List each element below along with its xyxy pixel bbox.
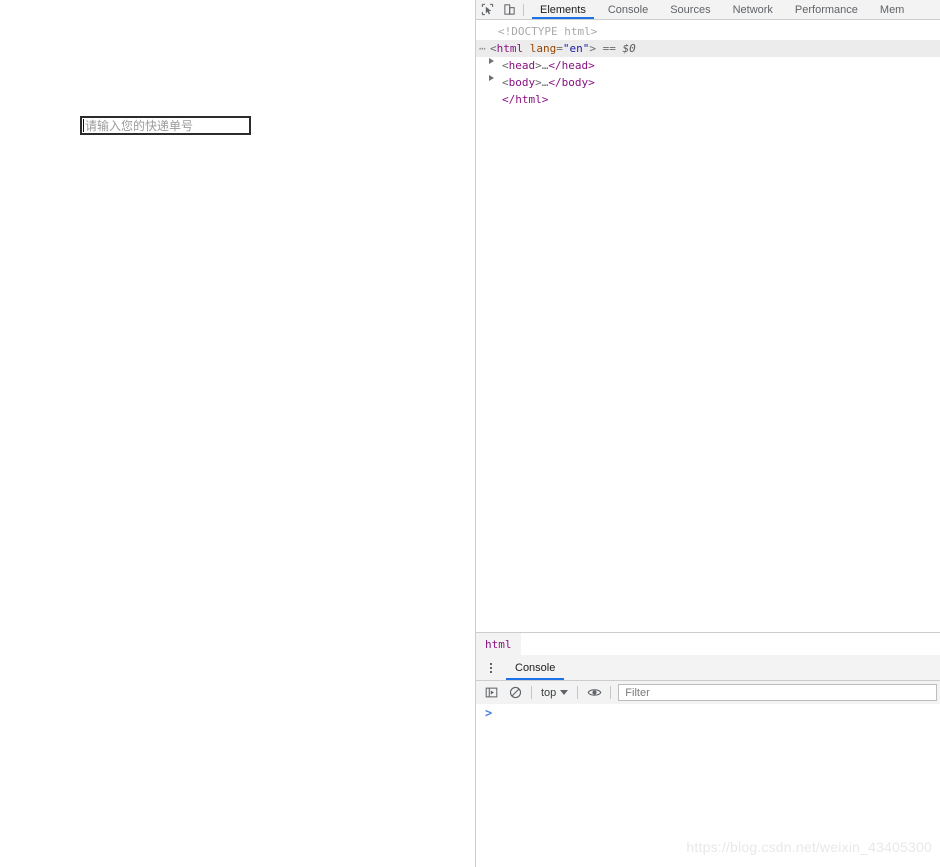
tag-open-bracket: < bbox=[502, 59, 509, 72]
drawer-tab-bar: Console bbox=[476, 655, 940, 681]
drawer-tab-console[interactable]: Console bbox=[503, 655, 567, 680]
tab-elements[interactable]: Elements bbox=[529, 0, 597, 19]
devtools-screenshot: Elements Console Sources Network Perform… bbox=[0, 0, 940, 867]
chevron-down-icon bbox=[560, 690, 569, 695]
tab-sources[interactable]: Sources bbox=[659, 0, 721, 19]
tag-open-bracket: < bbox=[490, 42, 497, 55]
dom-row[interactable]: ⋯ <html lang="en"> == $0 bbox=[476, 40, 940, 57]
text-caret bbox=[83, 119, 84, 132]
breadcrumb: html bbox=[476, 632, 940, 656]
live-expression-eye-icon[interactable] bbox=[582, 681, 606, 704]
devtools-main-toolbar: Elements Console Sources Network Perform… bbox=[476, 0, 940, 20]
attr-value: "en" bbox=[562, 42, 590, 55]
toolbar-separator bbox=[577, 686, 579, 699]
closing-tag: </html> bbox=[502, 93, 549, 106]
tab-network-label: Network bbox=[732, 3, 773, 16]
rendered-page-pane bbox=[0, 0, 475, 867]
tag-name: html bbox=[496, 42, 524, 55]
execution-context-value: top bbox=[541, 686, 557, 699]
tab-elements-label: Elements bbox=[540, 3, 586, 16]
expand-triangle-icon[interactable] bbox=[489, 75, 494, 81]
tab-sources-label: Sources bbox=[670, 3, 711, 16]
drawer-tab-console-label: Console bbox=[515, 661, 556, 674]
inspect-element-icon[interactable] bbox=[476, 0, 498, 19]
toolbar-separator bbox=[610, 686, 612, 699]
expand-triangle-icon[interactable] bbox=[489, 58, 494, 64]
console-prompt-chevron-icon: > bbox=[485, 706, 493, 720]
devtools-panel: Elements Console Sources Network Perform… bbox=[476, 0, 940, 867]
execution-context-selector[interactable]: top bbox=[536, 681, 573, 704]
tab-network[interactable]: Network bbox=[722, 0, 784, 19]
breadcrumb-item-html[interactable]: html bbox=[476, 633, 521, 655]
tracking-number-input[interactable] bbox=[80, 116, 251, 135]
devtools-tab-strip: Elements Console Sources Network Perform… bbox=[529, 0, 940, 19]
tab-memory-label: Mem bbox=[879, 3, 905, 16]
watermark-text: https://blog.csdn.net/weixin_43405300 bbox=[686, 839, 932, 855]
tag-close-bracket: > bbox=[535, 59, 542, 72]
attr-equals: = bbox=[556, 42, 563, 55]
tag-open-bracket: < bbox=[502, 76, 509, 89]
overflow-ellipsis: ⋯ bbox=[479, 42, 486, 55]
tag-name: body bbox=[508, 76, 536, 89]
console-toolbar: top bbox=[476, 681, 940, 705]
tab-performance-label: Performance bbox=[794, 3, 858, 16]
devtools-drawer: Console top Filter > bbox=[476, 655, 940, 867]
dom-row[interactable]: <!DOCTYPE html> bbox=[476, 23, 940, 40]
console-sidebar-toggle-icon[interactable] bbox=[479, 681, 503, 704]
closing-tag: </head> bbox=[548, 59, 595, 72]
tag-close-bracket: > bbox=[535, 76, 542, 89]
dom-row[interactable]: </html> bbox=[476, 91, 940, 108]
closing-tag: </body> bbox=[548, 76, 595, 89]
tab-console-label: Console bbox=[607, 3, 649, 16]
tab-performance[interactable]: Performance bbox=[784, 0, 869, 19]
dom-row[interactable]: <body>…</body> bbox=[476, 74, 940, 91]
breadcrumb-item-label: html bbox=[485, 637, 512, 651]
toolbar-separator bbox=[523, 3, 524, 16]
attr-name: lang bbox=[529, 42, 557, 55]
console-prompt-row[interactable]: > bbox=[476, 704, 940, 722]
tab-console[interactable]: Console bbox=[597, 0, 659, 19]
selected-node-variable: $0 bbox=[622, 42, 636, 55]
clear-console-icon[interactable] bbox=[503, 681, 527, 704]
toolbar-separator bbox=[531, 686, 532, 699]
selection-equals: == bbox=[602, 42, 616, 55]
tag-name: head bbox=[508, 59, 536, 72]
console-filter-input[interactable] bbox=[618, 684, 937, 701]
dom-tree-view[interactable]: <!DOCTYPE html> ⋯ <html lang="en"> == $0… bbox=[476, 20, 940, 635]
device-toolbar-icon[interactable] bbox=[498, 0, 520, 19]
more-options-kebab-icon[interactable] bbox=[479, 655, 503, 680]
dom-row[interactable]: <head>…</head> bbox=[476, 57, 940, 74]
tag-close-bracket: > bbox=[589, 42, 596, 55]
tab-memory[interactable]: Mem bbox=[869, 0, 915, 19]
doctype-text: <!DOCTYPE html> bbox=[498, 25, 598, 38]
